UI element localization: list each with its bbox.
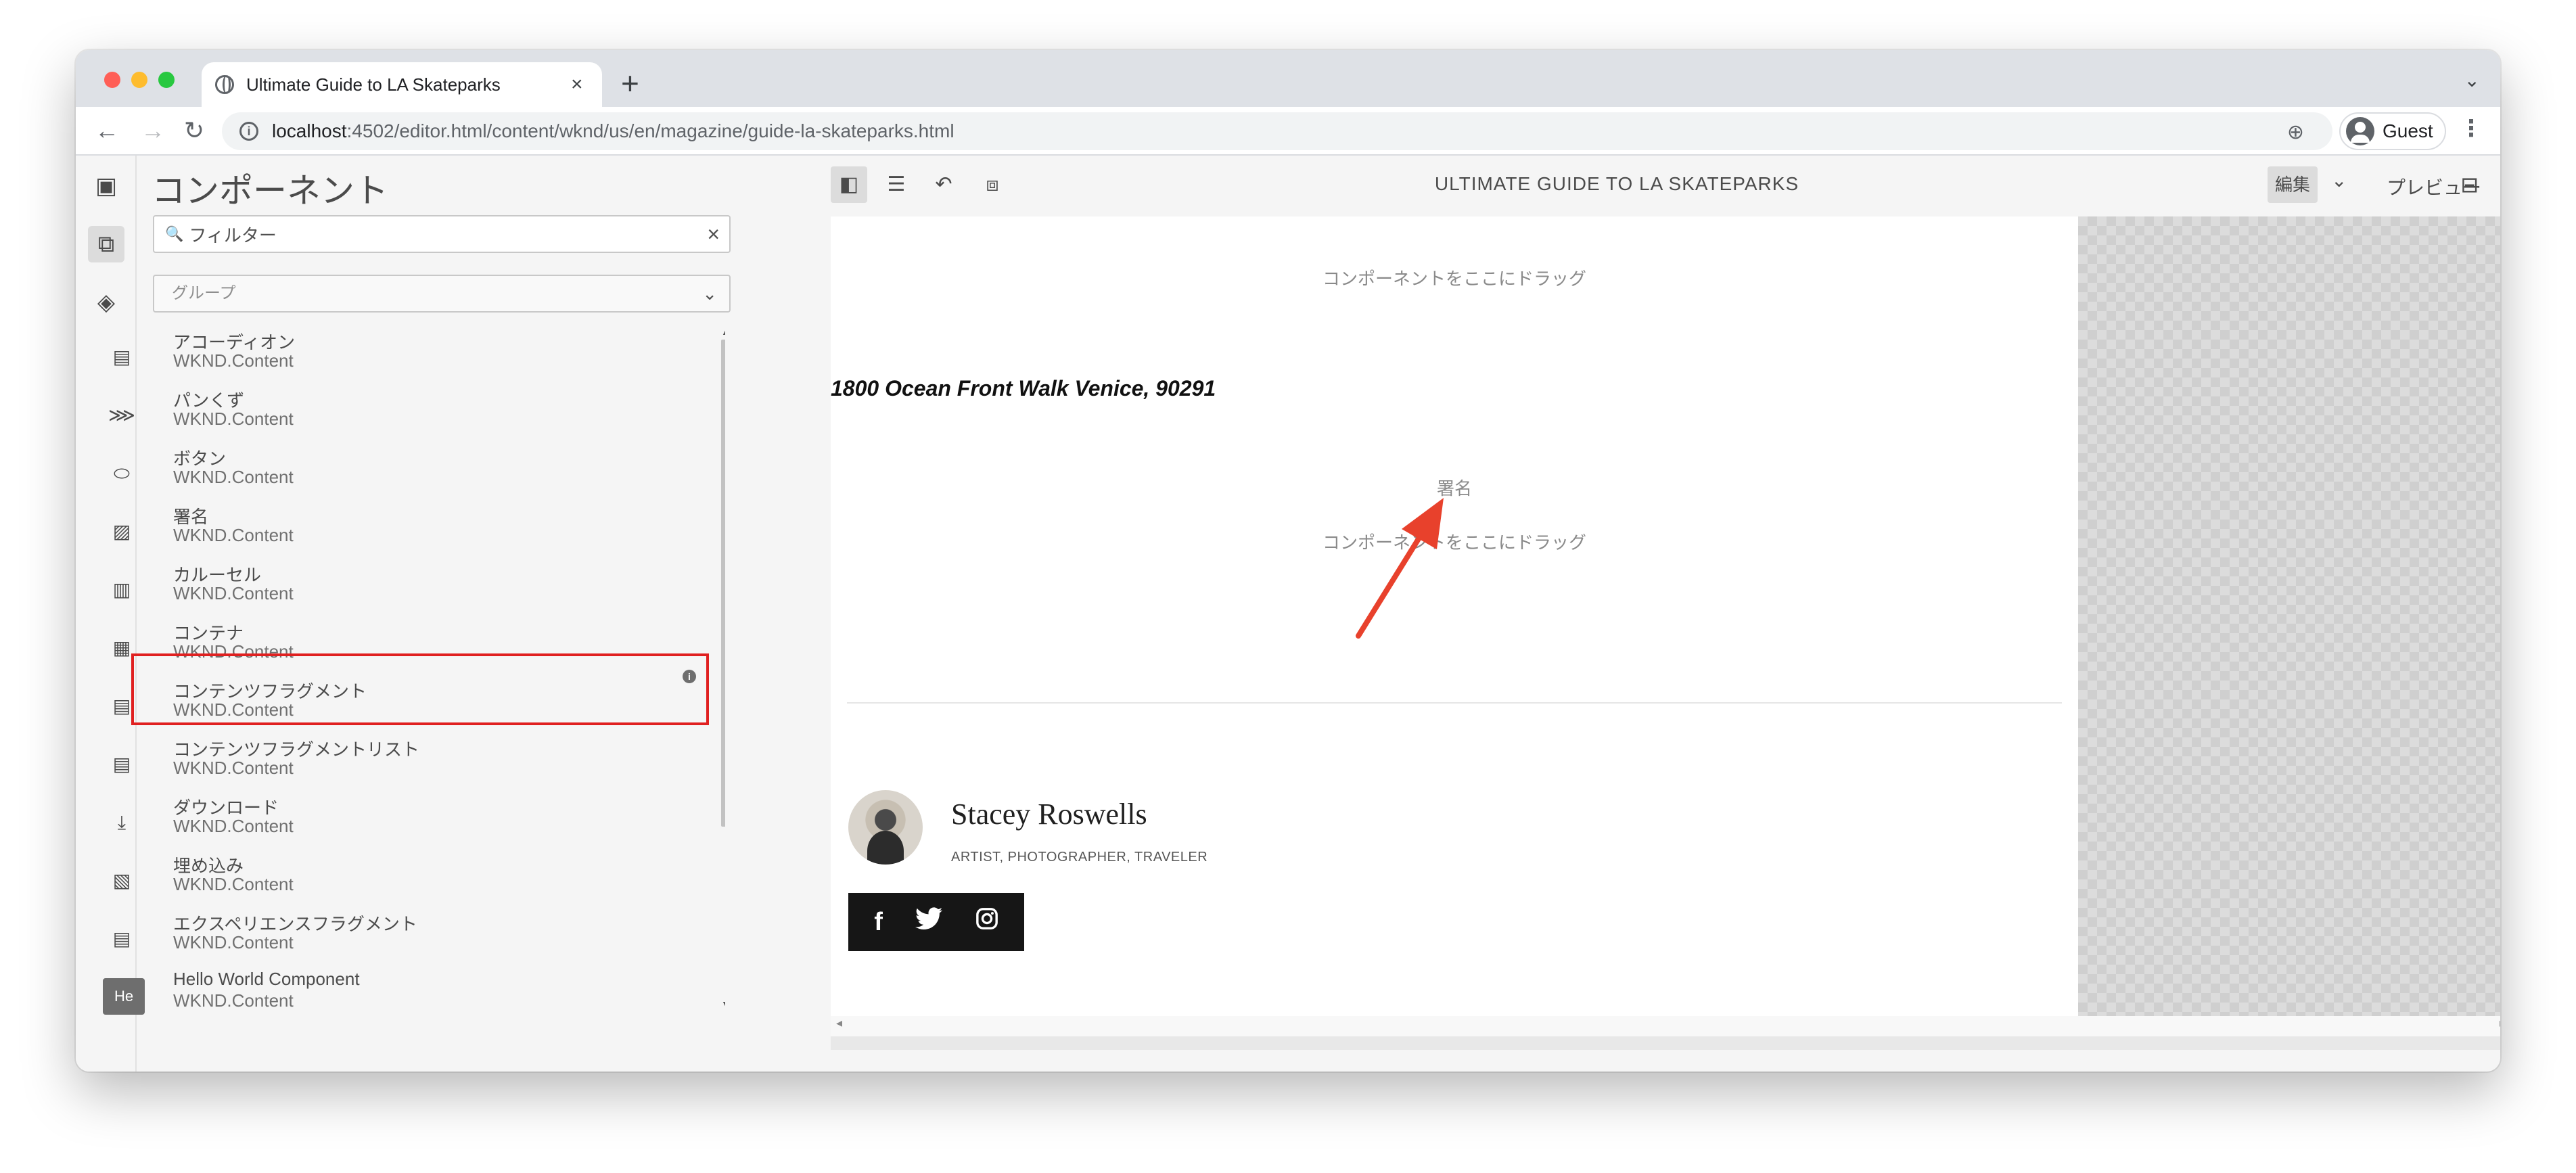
url-path: :4502/editor.html/content/wknd/us/en/mag…: [346, 120, 954, 141]
highlight-box: [131, 653, 709, 725]
tab-strip: Ultimate Guide to LA Skateparks × + ⌄: [76, 50, 2500, 107]
url-host: localhost: [272, 120, 347, 141]
group-placeholder: グループ: [172, 284, 236, 302]
component-group: WKND.Content: [173, 467, 294, 487]
editor-toolbar: ◧ ☰ ↶ ⧈ ULTIMATE GUIDE TO LA SKATEPARKS …: [733, 156, 2500, 214]
edit-mode-button[interactable]: 編集: [2268, 166, 2318, 203]
component-item-button[interactable]: ⬭ ボタン WKND.Content: [76, 445, 725, 503]
page-canvas: コンポーネントをここにドラッグ 1800 Ocean Front Walk Ve…: [831, 216, 2500, 1050]
component-item-content-fragment-list[interactable]: ▤ コンテンツフラグメントリスト WKND.Content: [76, 736, 725, 794]
chevron-down-icon: ⌄: [702, 283, 717, 304]
forward-button[interactable]: →: [141, 115, 165, 146]
browser-window: Ultimate Guide to LA Skateparks × + ⌄ ← …: [76, 50, 2500, 1072]
component-group: WKND.Content: [173, 932, 294, 952]
component-group: WKND.Content: [173, 409, 294, 429]
embed-icon: ▧: [112, 870, 131, 891]
image-icon: ▨: [112, 521, 131, 542]
canvas-horizontal-scrollbar[interactable]: ◂ ▸: [831, 1016, 2500, 1036]
info-icon[interactable]: i: [683, 670, 696, 683]
address-bar[interactable]: i localhost:4502/editor.html/content/wkn…: [222, 112, 2332, 150]
filter-input[interactable]: 🔍 フィルター ×: [153, 215, 731, 253]
component-group: WKND.Content: [173, 583, 294, 603]
avatar-icon: [2346, 117, 2374, 145]
component-group: WKND.Content: [173, 758, 294, 778]
drop-zone-2[interactable]: コンポーネントをここにドラッグ: [831, 529, 2078, 554]
assets-icon[interactable]: ▣: [88, 168, 124, 204]
hello-world-badge: He: [103, 978, 145, 1015]
download-icon: ⤓: [117, 812, 127, 833]
chevron-down-icon[interactable]: ⌄: [2464, 69, 2480, 91]
minimize-window-button[interactable]: [131, 72, 147, 88]
filter-placeholder: フィルター: [189, 225, 277, 246]
divider: [847, 702, 2062, 704]
component-group: WKND.Content: [173, 990, 294, 1011]
profile-button[interactable]: Guest: [2339, 112, 2446, 150]
canvas-background: [2078, 216, 2500, 1016]
more-menu-icon[interactable]: ⋮: [2460, 115, 2483, 142]
new-tab-button[interactable]: +: [621, 66, 639, 100]
profile-name: Guest: [2383, 120, 2433, 141]
globe-icon: [215, 75, 234, 94]
back-button[interactable]: ←: [95, 115, 119, 146]
twitter-icon[interactable]: [915, 907, 943, 937]
browser-tab[interactable]: Ultimate Guide to LA Skateparks ×: [202, 62, 602, 107]
component-group: WKND.Content: [173, 874, 294, 894]
scroll-up-arrow[interactable]: ▲: [721, 329, 725, 337]
drop-zone-1[interactable]: コンポーネントをここにドラッグ: [831, 265, 2078, 290]
component-item-download[interactable]: ⤓ ダウンロード WKND.Content: [76, 794, 725, 852]
panel-scrollbar[interactable]: ▲ ▼: [718, 329, 725, 1012]
signature-placeholder[interactable]: 署名: [831, 475, 2078, 500]
component-item-signature[interactable]: ▨ 署名 WKND.Content: [76, 503, 725, 561]
annotations-icon[interactable]: ⊟: [2460, 172, 2479, 198]
author-role: ARTIST, PHOTOGRAPHER, TRAVELER: [951, 850, 1208, 865]
content-fragment-list-icon: ▤: [112, 754, 131, 775]
browser-toolbar: ← → ↻ i localhost:4502/editor.html/conte…: [76, 107, 2500, 156]
instagram-icon[interactable]: [975, 907, 998, 937]
component-item-experience-fragment[interactable]: ▤ エクスペリエンスフラグメント WKND.Content: [76, 911, 725, 969]
reload-button[interactable]: ↻: [184, 115, 204, 146]
component-item-hello-world[interactable]: He Hello World Component WKND.Content: [76, 969, 725, 1027]
scroll-left-arrow[interactable]: ◂: [836, 1016, 842, 1030]
annotation-arrow: [1356, 498, 1444, 639]
components-icon[interactable]: ⧉: [88, 226, 124, 262]
component-item-breadcrumb[interactable]: ⋙ パンくず WKND.Content: [76, 387, 725, 445]
author-avatar: [848, 790, 923, 865]
close-window-button[interactable]: [104, 72, 120, 88]
aem-editor: ▣ ⧉ ◈ コンポーネント 🔍 フィルター × グループ ⌄ ▤ アコーディオン…: [76, 156, 2500, 1072]
accordion-icon: ▤: [112, 346, 131, 367]
search-icon: 🔍: [165, 225, 184, 242]
social-links: f: [848, 893, 1024, 951]
url-text: localhost:4502/editor.html/content/wknd/…: [272, 120, 954, 142]
component-group: WKND.Content: [173, 816, 294, 836]
tab-title: Ultimate Guide to LA Skateparks: [246, 74, 501, 95]
author-name: Stacey Roswells: [951, 798, 1147, 831]
component-group: WKND.Content: [173, 350, 294, 371]
component-item-accordion[interactable]: ▤ アコーディオン WKND.Content: [76, 329, 725, 387]
component-item-carousel[interactable]: ▥ カルーセル WKND.Content: [76, 561, 725, 620]
carousel-icon: ▥: [112, 579, 131, 600]
button-icon: ⬭: [114, 463, 130, 484]
zoom-icon[interactable]: ⊕: [2287, 120, 2304, 144]
component-name: Hello World Component: [173, 969, 360, 989]
component-item-embed[interactable]: ▧ 埋め込み WKND.Content: [76, 852, 725, 911]
facebook-icon[interactable]: f: [874, 908, 883, 937]
site-info-icon[interactable]: i: [239, 122, 258, 141]
page-content: コンポーネントをここにドラッグ 1800 Ocean Front Walk Ve…: [831, 216, 2078, 1016]
tab-close-button[interactable]: ×: [571, 73, 583, 96]
chevron-down-icon[interactable]: ⌄: [2331, 169, 2347, 191]
layers-icon[interactable]: ◈: [88, 284, 124, 321]
scroll-down-arrow[interactable]: ▼: [721, 998, 725, 1009]
component-group: WKND.Content: [173, 525, 294, 545]
address-text[interactable]: 1800 Ocean Front Walk Venice, 90291: [831, 376, 1216, 401]
panel-scroll-thumb[interactable]: [721, 340, 725, 827]
breadcrumb-icon: ⋙: [108, 405, 135, 426]
page-title: ULTIMATE GUIDE TO LA SKATEPARKS: [1434, 173, 1799, 194]
maximize-window-button[interactable]: [158, 72, 175, 88]
component-list: ▤ アコーディオン WKND.Content ⋙ パンくず WKND.Conte…: [76, 329, 725, 1065]
panel-title: コンポーネント: [152, 172, 388, 210]
group-select[interactable]: グループ ⌄: [153, 275, 731, 313]
clear-icon[interactable]: ×: [707, 222, 720, 247]
experience-fragment-icon: ▤: [112, 928, 131, 949]
